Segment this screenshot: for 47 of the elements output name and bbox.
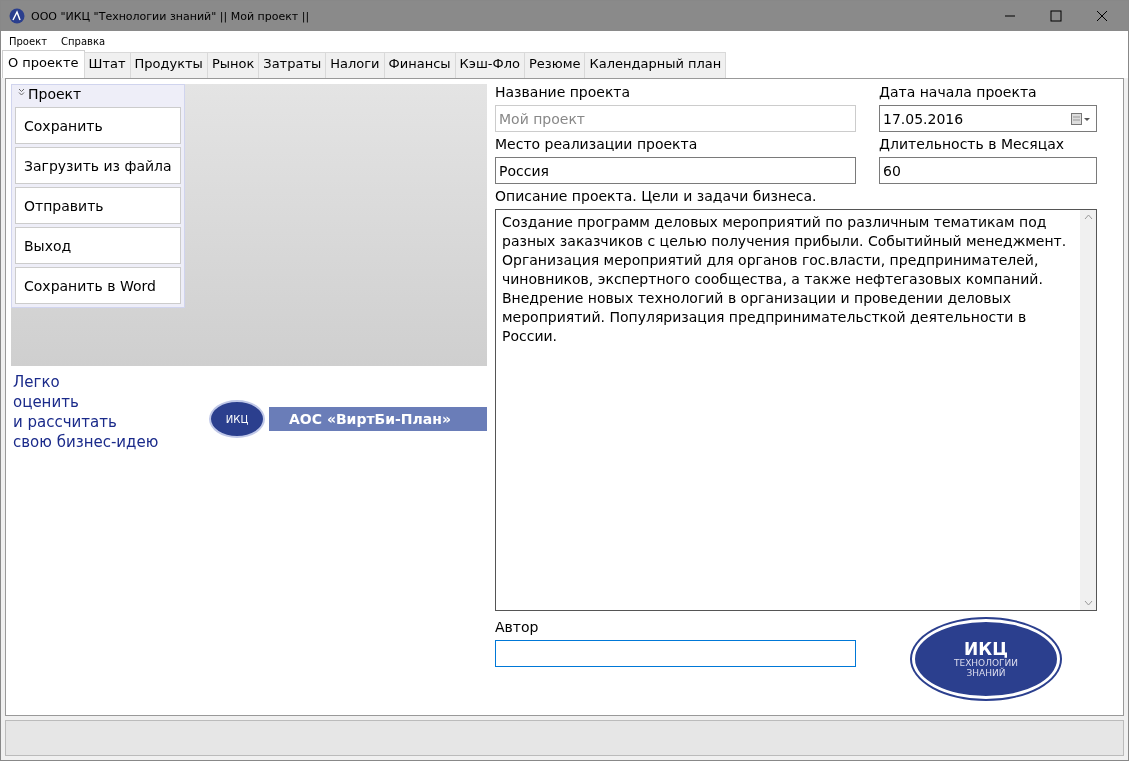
- app-logo-icon: [9, 8, 25, 24]
- field-label: Длительность в Месяцах: [879, 136, 1066, 154]
- field-label: Автор: [495, 619, 540, 637]
- field-label: Описание проекта. Цели и задачи бизнеса.: [495, 188, 818, 206]
- tab[interactable]: Затраты: [258, 52, 327, 78]
- tab[interactable]: Резюме: [523, 52, 586, 78]
- calendar-dropdown-icon[interactable]: [1071, 112, 1091, 125]
- menu-item[interactable]: Проект: [7, 35, 49, 47]
- field-label: Место реализации проекта: [495, 136, 699, 154]
- project-name-field[interactable]: Мой проект: [495, 105, 856, 132]
- slogan-text: Легко: [13, 372, 60, 392]
- tab[interactable]: Налоги: [325, 52, 385, 78]
- tab[interactable]: О проекте: [2, 50, 85, 78]
- maximize-icon[interactable]: [1050, 10, 1062, 22]
- field-label: Название проекта: [495, 84, 632, 102]
- tab[interactable]: Штат: [83, 52, 131, 78]
- slogan-text: и рассчитать: [13, 412, 117, 432]
- panel-button[interactable]: Сохранить в Word: [15, 267, 181, 304]
- author-field[interactable]: [495, 640, 856, 667]
- description-field[interactable]: Создание программ деловых мероприятий по различным тематикам под разных заказчиков с целью получения прибыли. Событийный менеджмент. Организация мероприятий для органов гос.власти, предпринимателей, чиновников, экспертного сообщества, а также нефтегазовых компаний. Внедрение новых технологий в организации и проведении деловых мероприятий. Популяризация предпринимательсткой деятельности в России.: [495, 209, 1097, 611]
- panel-button[interactable]: Загрузить из файла: [15, 147, 181, 184]
- panel-button[interactable]: Сохранить: [15, 107, 181, 144]
- slogan-text: оценить: [13, 392, 79, 412]
- product-banner: АОС «ВиртБи-План»: [269, 407, 487, 431]
- chevron-icon[interactable]: [18, 88, 25, 96]
- scrollbar[interactable]: [1080, 210, 1096, 610]
- tab[interactable]: Кэш-Фло: [454, 52, 525, 78]
- panel-title: Проект: [28, 86, 82, 102]
- tab[interactable]: Продукты: [129, 52, 208, 78]
- tab[interactable]: Календарный план: [584, 52, 727, 78]
- slogan-text: свою бизнес-идею: [13, 432, 159, 452]
- tab[interactable]: Финансы: [383, 52, 456, 78]
- menu-item[interactable]: Справка: [59, 35, 108, 47]
- company-logo: ИКЦ: [209, 400, 265, 438]
- field-label: Дата начала проекта: [879, 84, 1038, 102]
- panel-button[interactable]: Выход: [15, 227, 181, 264]
- window-title: ООО "ИКЦ "Технологии знаний" || Мой проект ||: [31, 9, 311, 23]
- tab[interactable]: Рынок: [206, 52, 260, 78]
- location-field[interactable]: Россия: [495, 157, 856, 184]
- duration-field[interactable]: 60: [879, 157, 1097, 184]
- company-logo: ИКЦ ТЕХНОЛОГИИ ЗНАНИЙ: [912, 619, 1060, 699]
- close-icon[interactable]: [1096, 10, 1108, 22]
- date-picker[interactable]: 17.05.2016: [879, 105, 1097, 132]
- panel-button[interactable]: Отправить: [15, 187, 181, 224]
- panel-header[interactable]: Проект: [15, 86, 181, 104]
- scroll-up-icon[interactable]: [1083, 214, 1093, 220]
- scroll-down-icon[interactable]: [1083, 600, 1093, 606]
